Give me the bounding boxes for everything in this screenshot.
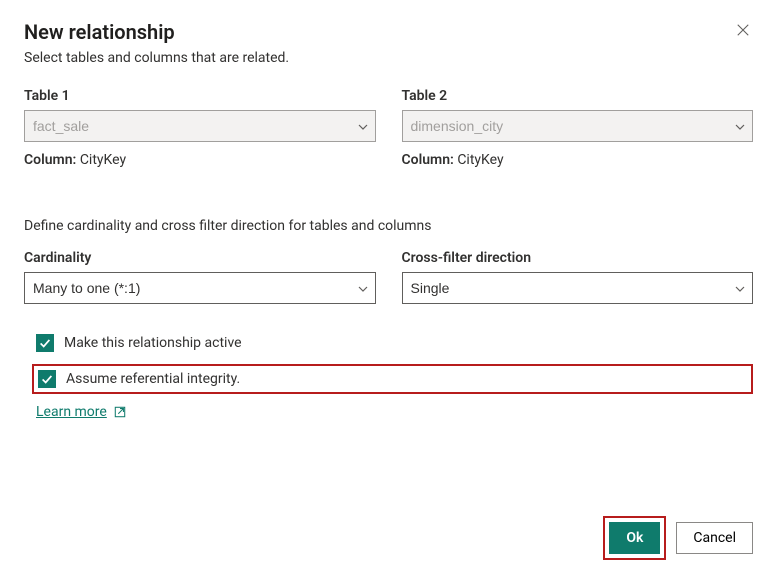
close-button[interactable] bbox=[733, 20, 753, 40]
external-link-icon bbox=[114, 406, 126, 418]
cardinality-label: Cardinality bbox=[24, 250, 376, 266]
learn-more-row: Learn more bbox=[36, 404, 753, 420]
cross-filter-select[interactable] bbox=[402, 272, 754, 304]
cross-filter-column: Cross-filter direction bbox=[402, 250, 754, 304]
assume-ri-highlight: Assume referential integrity. bbox=[32, 364, 753, 394]
cardinality-select-wrap bbox=[24, 272, 376, 304]
table1-column-row: Column: CityKey bbox=[24, 152, 376, 168]
check-icon bbox=[40, 372, 54, 386]
table2-column-label: Column: bbox=[402, 152, 454, 168]
cancel-button[interactable]: Cancel bbox=[676, 522, 753, 554]
table2-column-value: CityKey bbox=[457, 152, 503, 168]
ok-highlight: Ok bbox=[603, 516, 666, 560]
assume-ri-row: Assume referential integrity. bbox=[38, 370, 240, 388]
dialog-footer: Ok Cancel bbox=[603, 516, 753, 560]
table1-column-label: Column: bbox=[24, 152, 76, 168]
make-active-checkbox[interactable] bbox=[36, 334, 54, 352]
check-icon bbox=[38, 336, 52, 350]
dialog-header: New relationship bbox=[24, 20, 753, 44]
make-active-row: Make this relationship active bbox=[36, 334, 753, 352]
table1-column-value: CityKey bbox=[80, 152, 126, 168]
cardinality-column: Cardinality bbox=[24, 250, 376, 304]
cross-filter-label: Cross-filter direction bbox=[402, 250, 754, 266]
ok-button[interactable]: Ok bbox=[609, 522, 660, 554]
table2-column-row: Column: CityKey bbox=[402, 152, 754, 168]
table2-column: Table 2 Column: CityKey bbox=[402, 88, 754, 168]
make-active-label: Make this relationship active bbox=[64, 335, 242, 351]
cardinality-select[interactable] bbox=[24, 272, 376, 304]
dialog-subtitle: Select tables and columns that are relat… bbox=[24, 50, 753, 66]
table2-select-wrap bbox=[402, 110, 754, 142]
dialog-title: New relationship bbox=[24, 20, 175, 44]
table1-select-wrap bbox=[24, 110, 376, 142]
relationship-section-text: Define cardinality and cross filter dire… bbox=[24, 218, 753, 234]
new-relationship-dialog: New relationship Select tables and colum… bbox=[0, 0, 777, 580]
table1-label: Table 1 bbox=[24, 88, 376, 104]
table-selectors: Table 1 Column: CityKey Table 2 Column: … bbox=[24, 88, 753, 168]
relationship-selectors: Cardinality Cross-filter direction bbox=[24, 250, 753, 304]
table1-select[interactable] bbox=[24, 110, 376, 142]
close-icon bbox=[736, 23, 750, 37]
assume-ri-label: Assume referential integrity. bbox=[66, 371, 240, 387]
table2-select[interactable] bbox=[402, 110, 754, 142]
table1-column: Table 1 Column: CityKey bbox=[24, 88, 376, 168]
cross-filter-select-wrap bbox=[402, 272, 754, 304]
assume-ri-checkbox[interactable] bbox=[38, 370, 56, 388]
table2-label: Table 2 bbox=[402, 88, 754, 104]
learn-more-link[interactable]: Learn more bbox=[36, 404, 107, 420]
